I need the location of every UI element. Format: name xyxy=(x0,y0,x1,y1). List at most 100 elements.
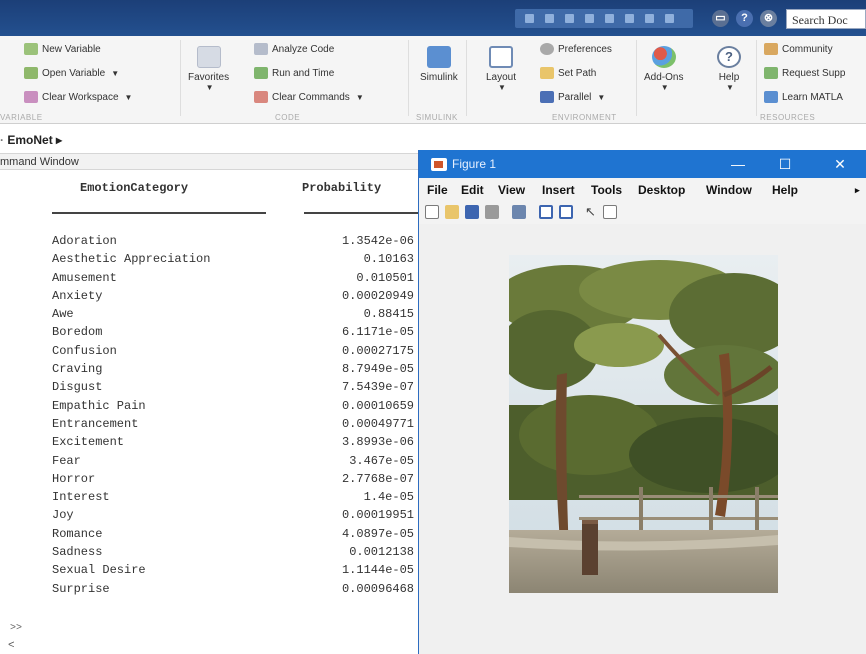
menu-desktop[interactable]: Desktop xyxy=(638,183,685,197)
help-button[interactable]: ? Help ▼ xyxy=(717,46,741,92)
emotion-probability: 0.00020949 xyxy=(341,288,414,303)
emotion-category: Disgust xyxy=(52,380,103,395)
colorbar-icon[interactable] xyxy=(539,205,553,219)
run-and-time-button[interactable]: Run and Time xyxy=(254,67,334,79)
table-row: Excitement 3.8993e-06 xyxy=(0,435,418,453)
menu-help[interactable]: Help xyxy=(772,183,798,197)
parallel-icon xyxy=(540,91,554,103)
emotion-probability: 0.010501 xyxy=(356,270,414,285)
command-window-header[interactable]: mmand Window xyxy=(0,153,420,170)
help-icon[interactable]: ? xyxy=(736,10,753,27)
table-row: Interest 1.4e-05 xyxy=(0,490,418,508)
undo-icon[interactable] xyxy=(605,14,614,23)
request-support-button[interactable]: Request Supp xyxy=(764,67,845,79)
command-prompt[interactable]: >> xyxy=(10,623,22,634)
menu-window[interactable]: Window xyxy=(706,183,752,197)
emotion-probability: 6.1171e-05 xyxy=(341,325,414,340)
minimize-button[interactable]: — xyxy=(727,154,749,174)
legend-icon[interactable] xyxy=(559,205,573,219)
emotion-probability: 2.7768e-07 xyxy=(341,471,414,486)
analyze-code-icon xyxy=(254,43,268,55)
layout-button[interactable]: Layout ▼ xyxy=(486,46,516,92)
ribbon-separator xyxy=(466,40,467,116)
menu-edit[interactable]: Edit xyxy=(461,183,484,197)
emotion-probability: 3.8993e-06 xyxy=(341,435,414,450)
breadcrumb-arrow-icon[interactable]: ▸ xyxy=(56,133,62,147)
favorites-label: Favorites xyxy=(188,72,230,83)
link-plot-icon[interactable] xyxy=(512,205,526,219)
clear-commands-button[interactable]: Clear Commands ▼ xyxy=(254,91,364,103)
analyze-code-button[interactable]: Analyze Code xyxy=(254,43,334,55)
plot-tools-icon[interactable] xyxy=(603,205,617,219)
emotion-probability: 3.467e-05 xyxy=(349,453,414,468)
chevron-down-icon: ▼ xyxy=(498,83,506,92)
table-row: Romance 4.0897e-05 xyxy=(0,527,418,545)
gear-icon xyxy=(540,43,554,55)
emotion-probability: 0.10163 xyxy=(363,252,414,267)
paste-icon[interactable] xyxy=(585,14,594,23)
toolbar-more-icon[interactable] xyxy=(665,14,674,23)
preferences-button[interactable]: Preferences xyxy=(540,43,612,55)
settings-icon[interactable]: ⊗ xyxy=(760,10,777,27)
table-row: Empathic Pain 0.00010659 xyxy=(0,399,418,417)
copy-icon[interactable] xyxy=(565,14,574,23)
results-table: Adoration 1.3542e-06 Aesthetic Appreciatio… xyxy=(0,234,418,600)
search-documentation-input[interactable]: Search Doc xyxy=(786,9,866,29)
matlab-figure-icon xyxy=(431,158,447,171)
close-button[interactable]: ✕ xyxy=(829,154,851,174)
add-ons-button[interactable]: Add-Ons ▼ xyxy=(644,46,683,92)
clear-workspace-icon xyxy=(24,91,38,103)
cut-icon[interactable] xyxy=(545,14,554,23)
current-folder-breadcrumb[interactable]: · EmoNet ▸ xyxy=(0,133,62,151)
maximize-button[interactable]: ☐ xyxy=(774,154,796,174)
group-label-simulink: SIMULINK xyxy=(416,113,458,122)
menu-tools[interactable]: Tools xyxy=(591,183,622,197)
open-variable-button[interactable]: Open Variable ▼ xyxy=(24,67,119,79)
favorites-icon xyxy=(196,46,221,68)
emotion-category: Amusement xyxy=(52,270,117,285)
switch-windows-icon[interactable] xyxy=(645,14,654,23)
group-label-code: CODE xyxy=(275,113,301,122)
menu-view[interactable]: View xyxy=(498,183,525,197)
learn-matlab-label: Learn MATLA xyxy=(782,91,843,103)
minimize-ribbon-icon[interactable]: ▭ xyxy=(712,10,729,27)
breadcrumb-folder[interactable]: EmoNet xyxy=(7,133,52,147)
quick-access-toolbar[interactable] xyxy=(515,9,693,28)
menu-file[interactable]: File xyxy=(427,183,448,197)
figure-window[interactable]: Figure 1 — ☐ ✕ File Edit View Insert Too… xyxy=(418,150,866,654)
figure-canvas[interactable] xyxy=(419,224,866,654)
save-icon[interactable] xyxy=(525,14,534,23)
clear-commands-label: Clear Commands xyxy=(272,91,350,103)
new-variable-button[interactable]: New Variable xyxy=(24,43,101,55)
learn-matlab-button[interactable]: Learn MATLA xyxy=(764,91,843,103)
menu-overflow-icon[interactable]: ▸ xyxy=(855,185,860,196)
community-button[interactable]: Community xyxy=(764,43,833,55)
redo-icon[interactable] xyxy=(625,14,634,23)
table-row: Disgust 7.5439e-07 xyxy=(0,380,418,398)
open-file-icon[interactable] xyxy=(445,205,459,219)
print-icon[interactable] xyxy=(485,205,499,219)
clear-workspace-button[interactable]: Clear Workspace ▼ xyxy=(24,91,132,103)
scroll-left-icon[interactable]: < xyxy=(8,640,15,652)
new-figure-icon[interactable] xyxy=(425,205,439,219)
emotion-probability: 0.00096468 xyxy=(341,581,414,596)
table-row: Adoration 1.3542e-06 xyxy=(0,234,418,252)
emotion-probability: 8.7949e-05 xyxy=(341,362,414,377)
menu-insert[interactable]: Insert xyxy=(542,183,575,197)
table-row: Craving 8.7949e-05 xyxy=(0,362,418,380)
emotion-category: Sadness xyxy=(52,545,103,560)
folder-icon xyxy=(540,67,554,79)
emotion-category: Boredom xyxy=(52,325,103,340)
pointer-icon[interactable]: ↖ xyxy=(585,205,599,219)
layout-label: Layout xyxy=(486,72,517,83)
emotion-category: Confusion xyxy=(52,343,117,358)
command-window[interactable]: EmotionCategory Probability Adoration 1.3… xyxy=(0,171,418,654)
favorites-button[interactable]: Favorites ▼ xyxy=(188,46,229,92)
simulink-button[interactable]: Simulink xyxy=(420,46,458,83)
set-path-button[interactable]: Set Path xyxy=(540,67,596,79)
figure-titlebar[interactable]: Figure 1 — ☐ ✕ xyxy=(419,150,866,178)
parallel-button[interactable]: Parallel ▼ xyxy=(540,91,605,103)
save-icon[interactable] xyxy=(465,205,479,219)
group-label-variable: VARIABLE xyxy=(0,113,43,122)
emotion-category: Surprise xyxy=(52,581,110,596)
